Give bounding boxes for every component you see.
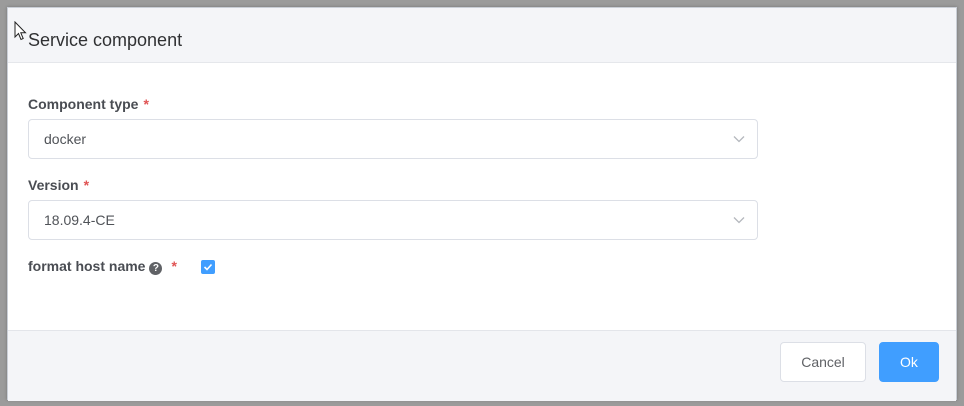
component-type-label: Component type * — [28, 96, 149, 112]
component-type-label-text: Component type — [28, 96, 139, 112]
cancel-button[interactable]: Cancel — [780, 342, 866, 382]
version-label-text: Version — [28, 177, 79, 193]
format-host-name-label: format host name? * — [28, 258, 177, 275]
component-type-value: docker — [44, 131, 87, 147]
required-marker: * — [171, 258, 177, 274]
format-host-name-label-text: format host name — [28, 258, 146, 274]
version-label: Version * — [28, 177, 89, 193]
format-host-name-checkbox[interactable] — [201, 260, 215, 274]
mouse-pointer-icon — [14, 21, 27, 41]
component-type-select[interactable]: docker — [28, 119, 758, 159]
ok-button[interactable]: Ok — [879, 342, 939, 382]
question-circle-icon[interactable]: ? — [149, 262, 163, 275]
version-select[interactable]: 18.09.4-CE — [28, 200, 758, 240]
checkmark-icon — [203, 263, 213, 271]
dialog-title: Service component — [28, 30, 183, 50]
chevron-down-icon — [733, 136, 745, 143]
service-component-dialog: Service component Component type * docker… — [7, 7, 957, 401]
dialog-header: Service component — [8, 8, 956, 63]
required-marker: * — [143, 96, 149, 112]
required-marker: * — [83, 177, 90, 193]
dialog-footer: Cancel Ok — [8, 330, 956, 401]
chevron-down-icon — [733, 217, 745, 224]
version-value: 18.09.4-CE — [44, 212, 115, 228]
